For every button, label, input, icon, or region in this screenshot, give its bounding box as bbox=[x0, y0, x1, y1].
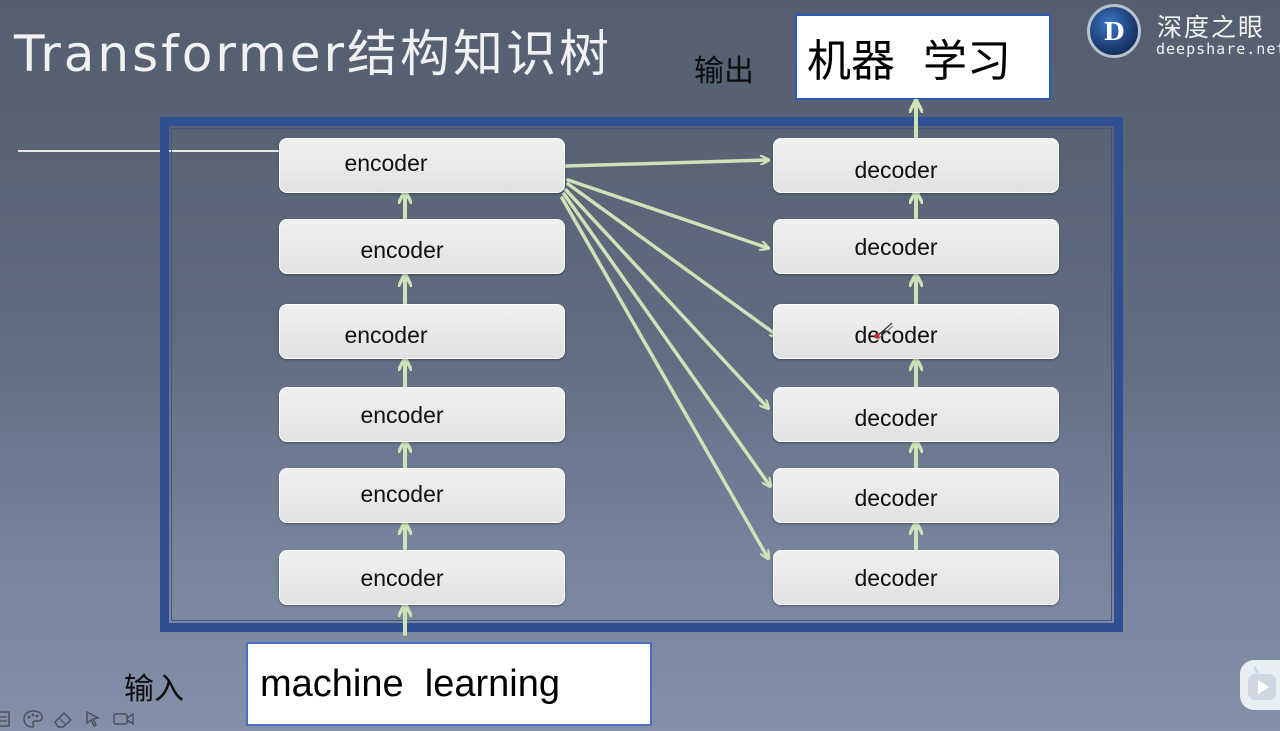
encoder-label: encoder bbox=[360, 237, 444, 263]
encoder-block: encoder bbox=[279, 138, 565, 193]
decoder-label: decoder bbox=[854, 234, 938, 260]
decoder-block: decoder bbox=[773, 304, 1059, 359]
encoder-block: encoder bbox=[279, 304, 565, 359]
list-icon[interactable] bbox=[0, 709, 14, 729]
cross-arrow-2 bbox=[566, 178, 768, 248]
encoder-block: encoder bbox=[279, 550, 565, 605]
input-box: machine learning bbox=[246, 642, 652, 726]
cross-arrow-1 bbox=[564, 160, 768, 168]
input-label: 输入 bbox=[124, 672, 184, 707]
video-icon[interactable] bbox=[112, 709, 136, 729]
decoder-block: decoder bbox=[773, 468, 1059, 523]
encoder-block: encoder bbox=[279, 468, 565, 523]
decoder-label: decoder bbox=[854, 157, 938, 183]
cross-arrow-6 bbox=[560, 196, 768, 558]
encoder-label: encoder bbox=[360, 565, 444, 591]
eraser-icon[interactable] bbox=[52, 709, 74, 729]
decoder-block: decoder bbox=[773, 387, 1059, 442]
pen-cursor-icon bbox=[874, 322, 894, 340]
cross-arrow-4 bbox=[564, 188, 768, 408]
encoder-block: encoder bbox=[279, 219, 565, 274]
decoder-block: decoder bbox=[773, 219, 1059, 274]
decoder-label: decoder bbox=[854, 565, 938, 591]
decoder-label: decoder bbox=[854, 322, 938, 348]
encoder-label: encoder bbox=[344, 150, 428, 176]
decoder-label: decoder bbox=[854, 405, 938, 431]
palette-icon[interactable] bbox=[22, 709, 44, 729]
encoder-label: encoder bbox=[360, 402, 444, 428]
pointer-icon[interactable] bbox=[83, 709, 103, 729]
annotation-toolbar bbox=[0, 709, 150, 731]
encoder-block: encoder bbox=[279, 387, 565, 442]
decoder-block: decoder bbox=[773, 550, 1059, 605]
arrow-layer bbox=[0, 0, 1280, 636]
player-corner-widget[interactable] bbox=[1240, 660, 1280, 710]
cross-arrow-3 bbox=[566, 182, 778, 336]
decoder-label: decoder bbox=[854, 485, 938, 511]
play-icon bbox=[1248, 666, 1276, 700]
decoder-block: decoder bbox=[773, 138, 1059, 193]
encoder-label: encoder bbox=[344, 322, 428, 348]
encoder-label: encoder bbox=[360, 481, 444, 507]
input-text: machine learning bbox=[260, 662, 560, 705]
